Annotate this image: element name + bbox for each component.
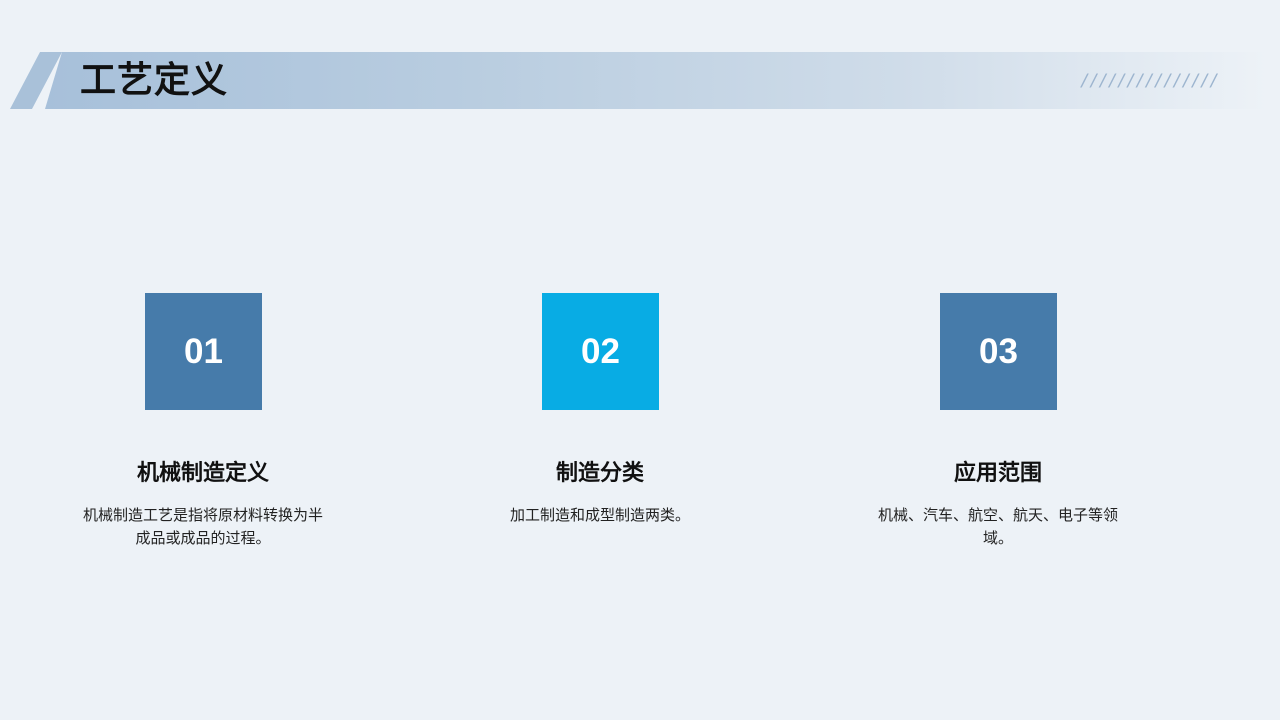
- number-box-2: 02: [542, 293, 659, 410]
- number-box-1: 01: [145, 293, 262, 410]
- card-description-3: 机械、汽车、航空、航天、电子等领域。: [878, 506, 1119, 547]
- slash-decoration: ///////////////: [1080, 71, 1220, 91]
- number-box-3: 03: [940, 293, 1057, 410]
- card-3: 03 应用范围 机械、汽车、航空、航天、电子等领域。: [848, 293, 1148, 563]
- card-description-2: 加工制造和成型制造两类。: [509, 506, 690, 524]
- card-title-1: 机械制造定义: [136, 461, 269, 486]
- card-1: 01 机械制造定义 机械制造工艺是指将原材料转换为半成品或成品的过程。: [53, 293, 353, 563]
- slide: 工艺定义 /////////////// 01 机械制造定义 机械制造工艺是指将…: [0, 0, 1280, 720]
- card-2: 02 制造分类 加工制造和成型制造两类。: [450, 293, 750, 563]
- card-description-1: 机械制造工艺是指将原材料转换为半成品或成品的过程。: [83, 506, 324, 547]
- page-title: 工艺定义: [80, 60, 229, 101]
- card-title-3: 应用范围: [953, 461, 1042, 486]
- card-title-2: 制造分类: [555, 461, 644, 486]
